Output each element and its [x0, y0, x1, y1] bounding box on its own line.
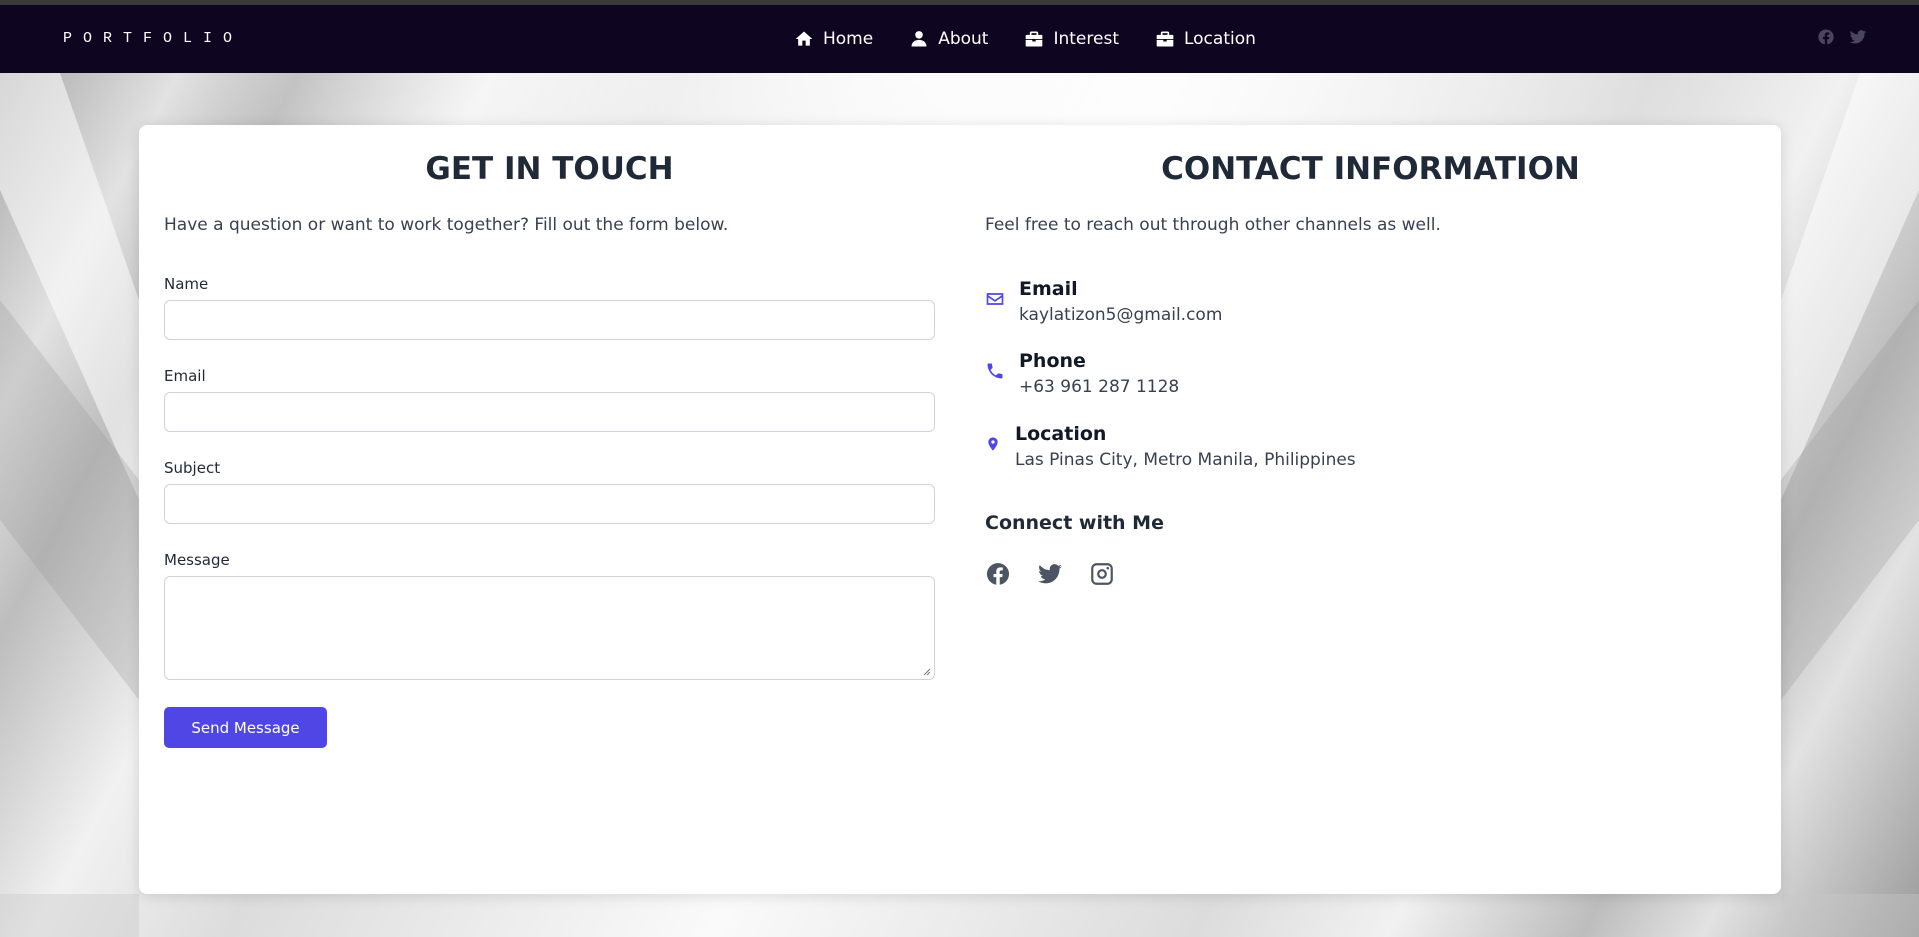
email-label: Email: [164, 367, 206, 385]
form-title: GET IN TOUCH: [425, 151, 674, 187]
contact-item-email: Email kaylatizon5@gmail.com: [985, 276, 1222, 328]
contact-item-phone: Phone +63 961 287 1128: [985, 348, 1179, 400]
phone-icon: [987, 363, 1003, 379]
facebook-icon[interactable]: [985, 561, 1011, 587]
instagram-icon[interactable]: [1089, 561, 1115, 587]
message-label: Message: [164, 551, 230, 569]
email-field[interactable]: [164, 392, 935, 432]
nav-item-label: Home: [823, 29, 874, 49]
contact-item-location: Location Las Pinas City, Metro Manila, P…: [985, 421, 1356, 473]
nav-item-home[interactable]: Home: [794, 29, 873, 49]
contact-item-label: Phone: [1019, 350, 1086, 372]
envelope-icon: [986, 293, 1004, 305]
name-label: Name: [164, 275, 209, 293]
form-intro: Have a question or want to work together…: [164, 215, 729, 235]
nav-item-about[interactable]: About: [909, 29, 988, 49]
contact-intro: Feel free to reach out through other cha…: [985, 215, 1441, 235]
subject-label: Subject: [164, 459, 221, 477]
twitter-icon[interactable]: [1037, 561, 1063, 587]
nav-social-links: [1817, 28, 1867, 46]
home-icon: [795, 31, 813, 46]
connect-heading: Connect with Me: [985, 512, 1164, 534]
name-field[interactable]: [164, 300, 935, 340]
user-icon: [911, 31, 927, 47]
twitter-icon[interactable]: [1849, 28, 1867, 46]
facebook-icon[interactable]: [1817, 28, 1835, 46]
map-pin-icon: [988, 437, 998, 451]
send-message-button[interactable]: Send Message: [164, 707, 327, 748]
briefcase-icon: [1026, 31, 1043, 47]
contact-item-label: Email: [1019, 278, 1078, 300]
resize-grip-icon[interactable]: [923, 668, 931, 676]
contact-item-value[interactable]: +63 961 287 1128: [1019, 374, 1179, 400]
contact-item-label: Location: [1015, 423, 1107, 445]
nav-item-label: About: [938, 29, 989, 49]
briefcase-icon: [1156, 31, 1174, 47]
message-field[interactable]: [164, 576, 935, 680]
contact-item-value: Las Pinas City, Metro Manila, Philippine…: [1015, 450, 1356, 470]
contact-item-value[interactable]: kaylatizon5@gmail.com: [1019, 302, 1222, 328]
brand-logo[interactable]: PORTFOLIO: [63, 30, 243, 47]
social-links: [985, 561, 1115, 587]
nav-item-location[interactable]: Location: [1155, 29, 1256, 49]
contact-card: GET IN TOUCH Have a question or want to …: [139, 125, 1781, 894]
nav-links: Home About Interest Location: [794, 5, 1256, 73]
top-navbar: PORTFOLIO Home About Interest Location: [0, 5, 1919, 73]
nav-item-label: Interest: [1053, 29, 1119, 49]
nav-item-interest[interactable]: Interest: [1024, 29, 1119, 49]
subject-field[interactable]: [164, 484, 935, 524]
nav-item-label: Location: [1183, 29, 1256, 49]
contact-title: CONTACT INFORMATION: [1161, 151, 1580, 187]
